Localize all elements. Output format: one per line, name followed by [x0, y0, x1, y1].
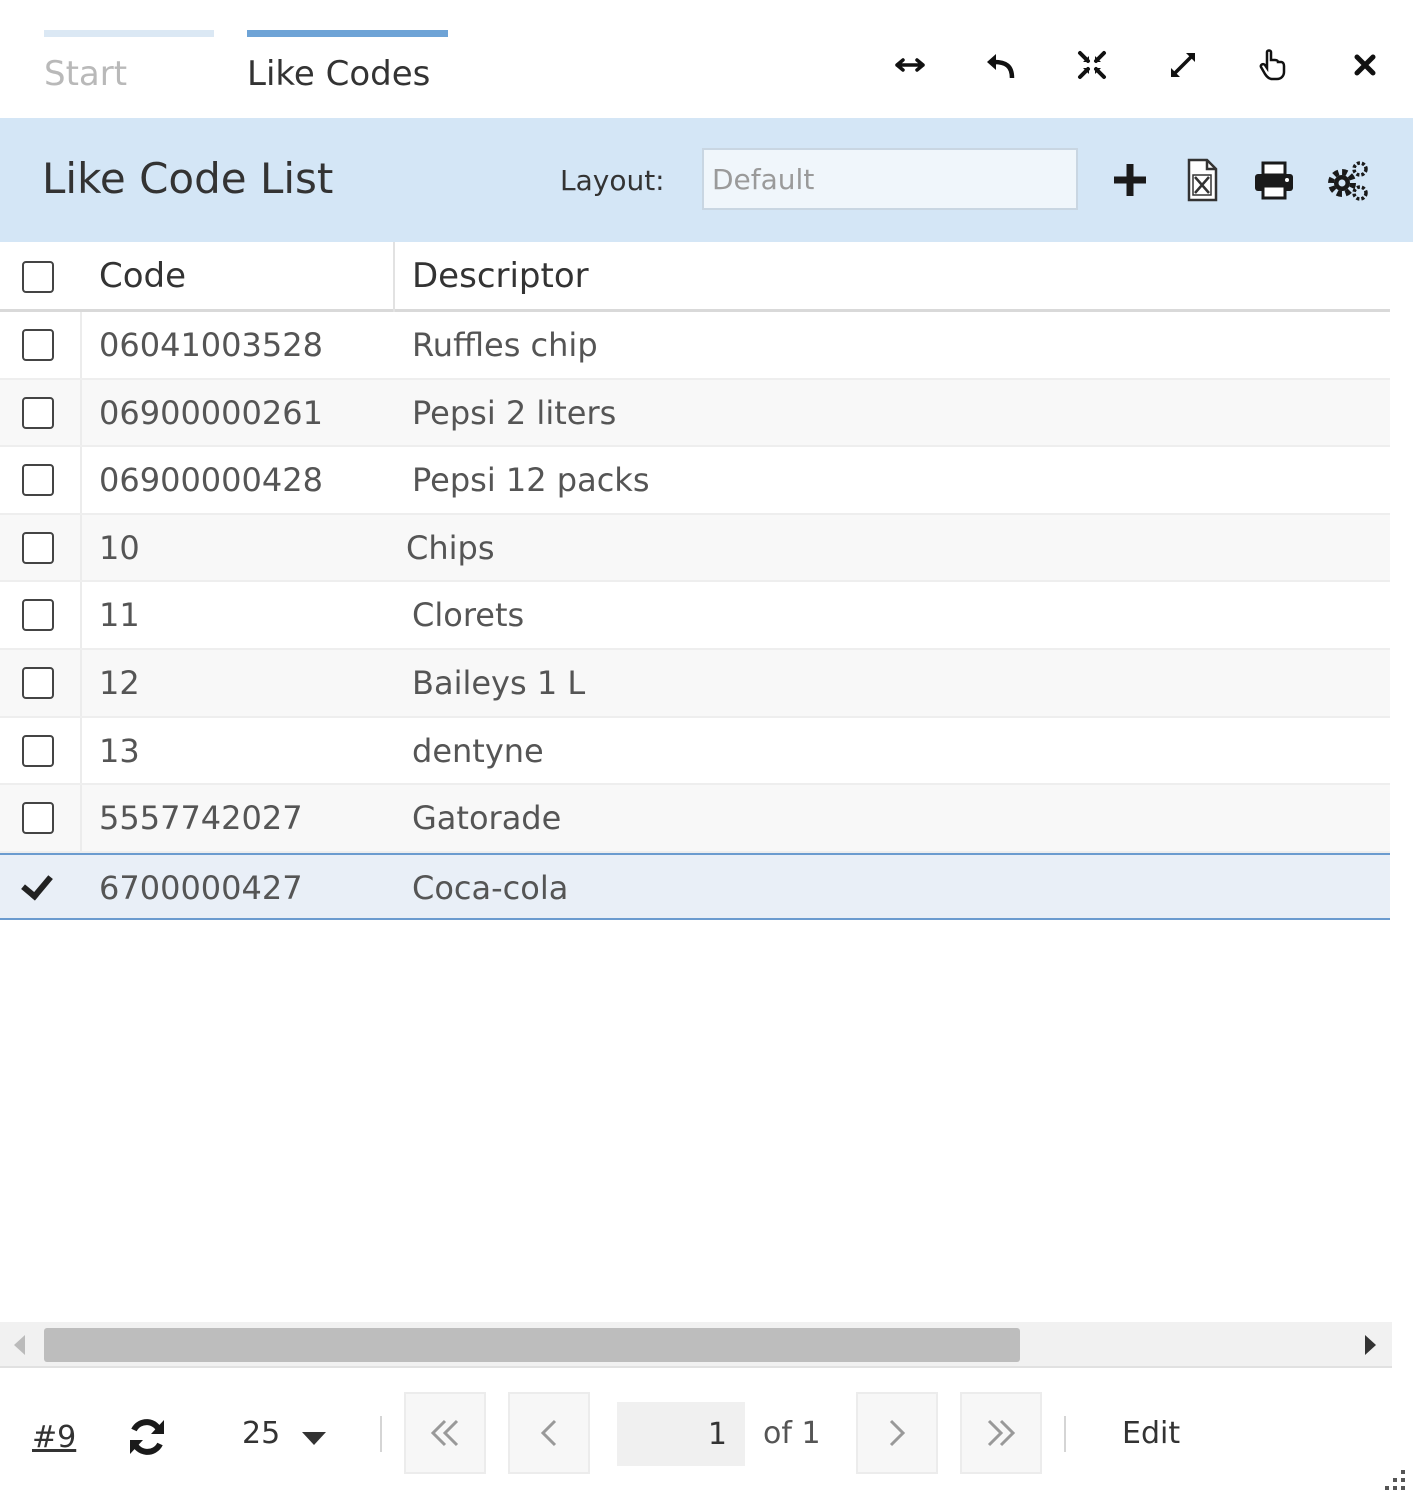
cell-descriptor: Coca-cola: [412, 868, 569, 907]
print-icon[interactable]: [1248, 154, 1300, 206]
row-divider: [80, 514, 82, 581]
row-checkbox[interactable]: [22, 329, 54, 361]
total-pages-label: of 1: [763, 1416, 821, 1451]
cell-code: 06900000428: [99, 461, 323, 500]
settings-icon[interactable]: [1322, 154, 1374, 206]
row-checkbox[interactable]: [22, 531, 54, 564]
table-row[interactable]: 06041003528 Ruffles chip: [0, 312, 1390, 380]
grid-header: Code Descriptor: [0, 242, 1390, 312]
tab-like-codes[interactable]: Like Codes: [247, 30, 448, 110]
row-checkbox[interactable]: [22, 464, 54, 497]
cell-code: 11: [99, 596, 140, 635]
layout-input[interactable]: [702, 148, 1078, 210]
cell-code: 13: [99, 731, 140, 770]
table-row[interactable]: 10 Chips: [0, 514, 1390, 583]
current-page-input[interactable]: [617, 1402, 745, 1466]
row-divider: [80, 379, 82, 446]
cell-descriptor: Pepsi 12 packs: [412, 461, 650, 500]
previous-page-button[interactable]: [508, 1392, 590, 1474]
row-checkbox[interactable]: [22, 666, 54, 699]
scroll-right-arrow[interactable]: [1365, 1335, 1376, 1355]
scroll-left-arrow[interactable]: [14, 1335, 25, 1355]
pager-divider: [380, 1416, 382, 1452]
window-controls: [885, 40, 1385, 90]
row-divider: [80, 447, 82, 513]
row-checkbox[interactable]: [22, 396, 54, 429]
cell-code: 10: [99, 528, 140, 567]
table-row-selected[interactable]: 6700000427 Coca-cola: [0, 852, 1390, 921]
cell-descriptor: Ruffles chip: [412, 326, 598, 364]
column-header-descriptor[interactable]: Descriptor: [412, 256, 589, 296]
table-row[interactable]: 12 Baileys 1 L: [0, 649, 1390, 718]
row-divider: [80, 312, 82, 378]
table-row[interactable]: 11 Clorets: [0, 582, 1390, 650]
record-count-link[interactable]: #9: [32, 1420, 76, 1455]
table-row[interactable]: 06900000261 Pepsi 2 liters: [0, 379, 1390, 448]
row-checkbox[interactable]: [22, 599, 54, 632]
expand-icon[interactable]: [1158, 40, 1208, 90]
cell-descriptor: Pepsi 2 liters: [412, 393, 617, 432]
scrollbar-thumb[interactable]: [44, 1328, 1020, 1362]
row-divider: [80, 785, 82, 851]
row-checkbox-checked[interactable]: [22, 872, 54, 904]
refresh-icon[interactable]: [124, 1414, 170, 1460]
page-title: Like Code List: [42, 154, 334, 203]
list-header: Like Code List Layout:: [0, 118, 1413, 242]
resize-grip-icon[interactable]: [1377, 1466, 1407, 1496]
row-divider: [80, 582, 82, 648]
resize-horizontal-icon[interactable]: [885, 40, 935, 90]
horizontal-scrollbar[interactable]: [0, 1322, 1392, 1368]
first-page-button[interactable]: [404, 1392, 486, 1474]
collapse-icon[interactable]: [1067, 40, 1117, 90]
chevron-down-icon[interactable]: [302, 1432, 326, 1445]
layout-label: Layout:: [560, 164, 665, 197]
last-page-button[interactable]: [960, 1392, 1042, 1474]
table-row[interactable]: 06900000428 Pepsi 12 packs: [0, 447, 1390, 515]
cell-descriptor: Gatorade: [412, 799, 562, 838]
pager: #9 25 of 1 Edit: [0, 1370, 1413, 1500]
tab-like-codes-indicator: [247, 30, 448, 37]
row-checkbox[interactable]: [22, 734, 54, 767]
cell-code: 06900000261: [99, 393, 323, 432]
pager-divider: [1064, 1416, 1066, 1452]
table-row[interactable]: 13 dentyne: [0, 717, 1390, 786]
tab-start-indicator: [44, 30, 214, 37]
like-code-grid: Code Descriptor 06041003528 Ruffles chip …: [0, 242, 1390, 921]
tab-start-label: Start: [44, 54, 128, 94]
row-divider: [80, 717, 82, 784]
cell-descriptor: Chips: [406, 528, 495, 567]
tab-bar: Start Like Codes: [0, 0, 1413, 118]
close-icon[interactable]: [1340, 40, 1390, 90]
tab-like-codes-label: Like Codes: [247, 54, 431, 94]
undo-icon[interactable]: [976, 40, 1026, 90]
cell-descriptor: Clorets: [412, 596, 525, 635]
add-icon[interactable]: [1104, 154, 1156, 206]
cell-code: 5557742027: [99, 799, 303, 838]
row-divider: [80, 649, 82, 716]
grid-body: 06041003528 Ruffles chip 06900000261 Pepsi…: [0, 312, 1390, 921]
cell-code: 06041003528: [99, 326, 323, 364]
column-header-code[interactable]: Code: [99, 256, 186, 296]
table-row[interactable]: 5557742027 Gatorade: [0, 785, 1390, 853]
cell-code: 12: [99, 663, 140, 702]
edit-button[interactable]: Edit: [1122, 1416, 1180, 1451]
next-page-button[interactable]: [856, 1392, 938, 1474]
select-all-checkbox[interactable]: [22, 261, 54, 293]
cell-descriptor: dentyne: [412, 731, 544, 770]
row-checkbox[interactable]: [22, 802, 54, 835]
pointer-icon[interactable]: [1249, 40, 1299, 90]
page-size-select[interactable]: 25: [242, 1416, 280, 1451]
cell-code: 6700000427: [99, 868, 303, 907]
column-divider[interactable]: [393, 242, 395, 312]
export-excel-icon[interactable]: [1176, 154, 1228, 206]
cell-descriptor: Baileys 1 L: [412, 663, 586, 702]
tab-start[interactable]: Start: [44, 30, 214, 110]
